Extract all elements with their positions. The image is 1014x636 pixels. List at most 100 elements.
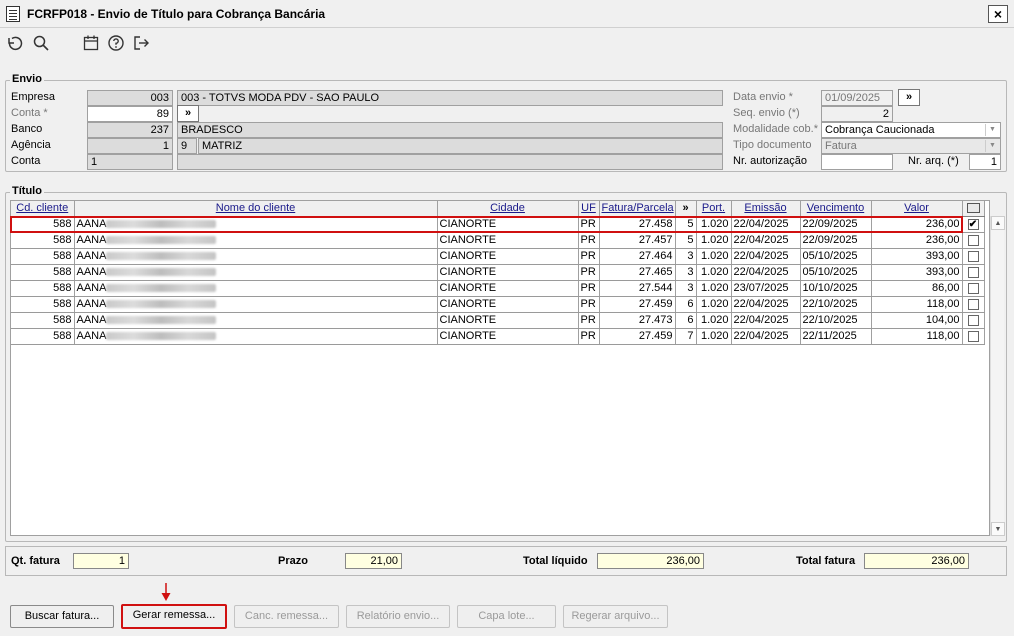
- cell-select: [962, 232, 985, 249]
- row-checkbox[interactable]: [967, 266, 979, 278]
- col-select-all[interactable]: [962, 201, 985, 217]
- col-port[interactable]: Port.: [696, 201, 732, 217]
- cell-fatura: 27.473: [599, 312, 676, 329]
- grid-scrollbar[interactable]: ▲ ▼: [990, 216, 1005, 536]
- agencia-code-field: 1: [87, 138, 173, 154]
- canc-remessa-label: Canc. remessa...: [244, 610, 329, 622]
- cell-cidade: CIANORTE: [437, 264, 579, 281]
- col-uf[interactable]: UF: [578, 201, 600, 217]
- agencia-name-field: MATRIZ: [198, 138, 723, 154]
- cell-venc: 22/11/2025: [800, 328, 872, 345]
- undo-icon[interactable]: [4, 34, 24, 54]
- cell-nome-text: AANA: [76, 234, 107, 246]
- cell-uf-text: PR: [580, 266, 596, 278]
- tipo-doc-select[interactable]: Fatura ▼: [821, 138, 1001, 154]
- cell-emissao: 22/04/2025: [731, 296, 801, 313]
- nr-autorizacao-field[interactable]: [821, 154, 893, 170]
- document-icon: [6, 6, 20, 22]
- cell-venc: 05/10/2025: [800, 248, 872, 265]
- cell-port: 1.020: [696, 328, 732, 345]
- scroll-down-icon[interactable]: ▼: [991, 522, 1005, 536]
- help-icon[interactable]: [106, 34, 126, 54]
- col-cidade[interactable]: Cidade: [437, 201, 579, 217]
- title-bar: FCRFP018 - Envio de Título para Cobrança…: [0, 0, 1014, 28]
- row-checkbox[interactable]: ✔: [967, 218, 979, 230]
- seq-envio-field: 2: [821, 106, 893, 122]
- cell-parcela: 3: [675, 280, 697, 297]
- cell-nome: AANA: [74, 328, 438, 345]
- cell-uf: PR: [578, 296, 600, 313]
- cell-port-text: 1.020: [700, 234, 729, 246]
- chevron-down-icon[interactable]: ▼: [985, 140, 999, 152]
- col-emissao[interactable]: Emissão: [731, 201, 801, 217]
- cell-valor-text: 393,00: [925, 266, 960, 278]
- table-row[interactable]: 588 AANA CIANORTE PR 27.464 3 1.020 22/04/2025 0…: [11, 248, 985, 265]
- relatorio-envio-button[interactable]: Relatório envio...: [346, 605, 450, 628]
- table-row[interactable]: 588 AANA CIANORTE PR 27.465 3 1.020 22/04/2025 0…: [11, 264, 985, 281]
- cell-uf: PR: [578, 328, 600, 345]
- cell-cd-text: 588: [53, 266, 72, 278]
- conta2-desc-field: [177, 154, 723, 170]
- modalidade-select[interactable]: Cobrança Caucionada ▼: [821, 122, 1001, 138]
- arrow-down-icon: [161, 583, 171, 601]
- table-row[interactable]: 588 AANA CIANORTE PR 27.457 5 1.020 22/04/2025 2…: [11, 232, 985, 249]
- cell-fatura: 27.457: [599, 232, 676, 249]
- agencia-label: Agência: [11, 139, 51, 151]
- cell-venc-text: 22/09/2025: [802, 234, 858, 246]
- conta-expand-button[interactable]: »: [177, 105, 199, 122]
- col-vencimento[interactable]: Vencimento: [800, 201, 872, 217]
- row-checkbox[interactable]: [967, 330, 979, 342]
- cell-cidade-text: CIANORTE: [439, 282, 497, 294]
- cell-uf: PR: [578, 264, 600, 281]
- conta-field[interactable]: 89: [87, 106, 173, 122]
- empresa-name-field: 003 - TOTVS MODA PDV - SAO PAULO: [177, 90, 723, 106]
- col-cd-cliente[interactable]: Cd. cliente: [11, 201, 75, 217]
- row-checkbox[interactable]: [967, 234, 979, 246]
- cell-parcela: 6: [675, 296, 697, 313]
- col-expand[interactable]: »: [675, 201, 697, 217]
- cell-cd-text: 588: [53, 330, 72, 342]
- capa-lote-button[interactable]: Capa lote...: [457, 605, 556, 628]
- capa-lote-label: Capa lote...: [478, 610, 535, 622]
- row-checkbox[interactable]: [967, 250, 979, 262]
- table-row[interactable]: 588 AANA CIANORTE PR 27.473 6 1.020 22/04/2025 2…: [11, 312, 985, 329]
- cell-valor-text: 118,00: [926, 298, 960, 310]
- row-checkbox[interactable]: [967, 314, 979, 326]
- col-fatura-parcela[interactable]: Fatura/Parcela: [599, 201, 676, 217]
- buscar-fatura-button[interactable]: Buscar fatura...: [10, 605, 114, 628]
- close-button[interactable]: ×: [988, 5, 1008, 23]
- table-row[interactable]: 588 AANA CIANORTE PR 27.544 3 1.020 23/07/2025 1…: [11, 280, 985, 297]
- data-envio-field[interactable]: 01/09/2025: [821, 90, 893, 106]
- cell-parcela: 5: [675, 232, 697, 249]
- col-nome-cliente[interactable]: Nome do cliente: [74, 201, 438, 217]
- gerar-remessa-button[interactable]: Gerar remessa...: [121, 604, 227, 629]
- col-valor[interactable]: Valor: [871, 201, 963, 217]
- cell-nome-text: AANA: [76, 298, 107, 310]
- cell-cidade: CIANORTE: [437, 232, 579, 249]
- row-checkbox[interactable]: [967, 282, 979, 294]
- empresa-code-field[interactable]: 003: [87, 90, 173, 106]
- cell-emissao-text: 22/04/2025: [733, 298, 789, 310]
- table-row[interactable]: 588 AANA CIANORTE PR 27.459 6 1.020 22/04/2025 2…: [11, 296, 985, 313]
- cell-port-text: 1.020: [700, 298, 729, 310]
- row-checkbox[interactable]: [967, 298, 979, 310]
- modalidade-label: Modalidade cob.*: [733, 123, 819, 135]
- chevron-down-icon[interactable]: ▼: [985, 124, 999, 136]
- modalidade-value: Cobrança Caucionada: [825, 124, 935, 136]
- cell-venc: 22/09/2025: [800, 232, 872, 249]
- cell-uf-text: PR: [580, 234, 596, 246]
- table-row[interactable]: 588 AANA CIANORTE PR 27.459 7 1.020 22/04/2025 2…: [11, 328, 985, 345]
- cell-fatura-text: 27.457: [638, 234, 673, 246]
- cell-nome-text: AANA: [76, 314, 107, 326]
- nr-arq-field[interactable]: 1: [969, 154, 1001, 170]
- select-all-checkbox[interactable]: [966, 203, 980, 214]
- data-envio-expand-button[interactable]: »: [898, 89, 920, 106]
- search-icon[interactable]: [31, 34, 51, 54]
- canc-remessa-button[interactable]: Canc. remessa...: [234, 605, 339, 628]
- regerar-arquivo-button[interactable]: Regerar arquivo...: [563, 605, 668, 628]
- calendar-icon[interactable]: [81, 34, 101, 54]
- cell-cd: 588: [11, 232, 75, 249]
- scroll-up-icon[interactable]: ▲: [991, 216, 1005, 230]
- cell-fatura-text: 27.464: [638, 250, 673, 262]
- exit-icon[interactable]: [131, 34, 151, 54]
